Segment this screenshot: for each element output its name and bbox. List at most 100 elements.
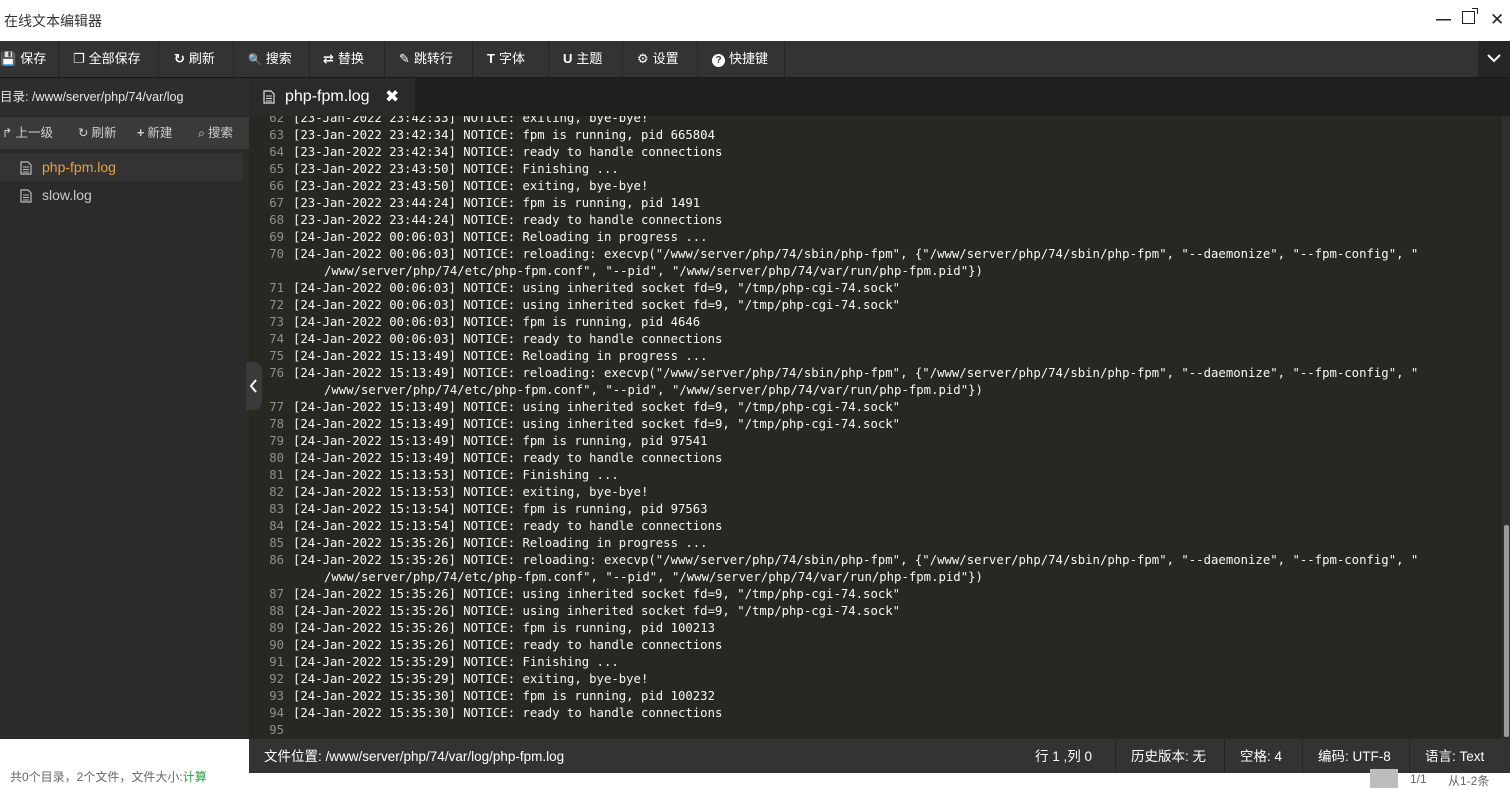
theme-icon: U xyxy=(563,51,573,66)
editor-scrollbar-thumb[interactable] xyxy=(1504,525,1509,737)
line-number: 67 xyxy=(269,196,284,210)
code-line[interactable]: 71 [24-Jan-2022 00:06:03] NOTICE: using i… xyxy=(249,280,1502,297)
code-line[interactable]: 95 xyxy=(249,722,1502,739)
sidebar-toggle-button[interactable] xyxy=(246,362,262,410)
line-number: 85 xyxy=(269,536,284,550)
code-line[interactable]: 80 [24-Jan-2022 15:13:49] NOTICE: ready t… xyxy=(249,450,1502,467)
file-item-slow-log[interactable]: slow.log xyxy=(0,181,243,209)
close-button[interactable]: ✕ xyxy=(1490,11,1504,29)
line-text-segment: [24-Jan-2022 15:35:29] NOTICE: Finishing… xyxy=(293,655,619,669)
code-line[interactable]: 78 [24-Jan-2022 15:13:49] NOTICE: using i… xyxy=(249,416,1502,433)
line-text: [24-Jan-2022 15:13:54] NOTICE: fpm is ru… xyxy=(293,501,1473,518)
font-button[interactable]: T 字体 xyxy=(473,41,549,77)
code-editor[interactable]: 62 [23-Jan-2022 23:42:33] NOTICE: exiting… xyxy=(249,116,1502,739)
code-line[interactable]: 90 [24-Jan-2022 15:35:26] NOTICE: ready t… xyxy=(249,637,1502,654)
code-line[interactable]: 67 [23-Jan-2022 23:44:24] NOTICE: fpm is … xyxy=(249,195,1502,212)
code-line[interactable]: 73 [24-Jan-2022 00:06:03] NOTICE: fpm is … xyxy=(249,314,1502,331)
new-file-button[interactable]: + 新建 xyxy=(137,117,172,149)
code-line[interactable]: 94 [24-Jan-2022 15:35:30] NOTICE: ready t… xyxy=(249,705,1502,722)
save-button[interactable]: 💾 保存 xyxy=(0,41,59,77)
line-text-segment: [24-Jan-2022 15:13:53] NOTICE: Finishing… xyxy=(293,468,619,482)
line-text: [24-Jan-2022 15:35:26] NOTICE: fpm is ru… xyxy=(293,620,1473,637)
page-range: 从1-2条 xyxy=(1448,774,1490,788)
code-line[interactable]: 88 [24-Jan-2022 15:35:26] NOTICE: using i… xyxy=(249,603,1502,620)
sidebar-search-button[interactable]: ⌕ 搜索 xyxy=(198,117,233,149)
code-line[interactable]: 79 [24-Jan-2022 15:13:49] NOTICE: fpm is … xyxy=(249,433,1502,450)
calculate-size-link[interactable]: 计算 xyxy=(183,770,207,784)
code-line[interactable]: 87 [24-Jan-2022 15:35:26] NOTICE: using i… xyxy=(249,586,1502,603)
file-item-php-fpm-log[interactable]: php-fpm.log xyxy=(0,153,243,181)
line-text: [24-Jan-2022 15:35:29] NOTICE: Finishing… xyxy=(293,654,1473,671)
line-number: 82 xyxy=(269,485,284,499)
code-line[interactable]: 62 [23-Jan-2022 23:42:33] NOTICE: exiting… xyxy=(249,116,1502,127)
line-text-segment: [24-Jan-2022 15:13:49] NOTICE: fpm is ru… xyxy=(293,434,708,448)
file-name: slow.log xyxy=(42,187,92,203)
search-icon: ⌕ xyxy=(198,126,206,140)
code-line[interactable]: 68 [23-Jan-2022 23:44:24] NOTICE: ready t… xyxy=(249,212,1502,229)
plus-icon: + xyxy=(137,126,145,140)
font-icon: T xyxy=(487,51,495,66)
line-number: 68 xyxy=(269,213,284,227)
theme-button[interactable]: U 主题 xyxy=(549,41,623,77)
line-text-segment: [24-Jan-2022 15:13:49] NOTICE: using inh… xyxy=(293,400,901,414)
tab-php-fpm-log[interactable]: php-fpm.log ✖ xyxy=(249,78,415,116)
code-line[interactable]: 65 [23-Jan-2022 23:43:50] NOTICE: Finishi… xyxy=(249,161,1502,178)
sidebar-toolbar: ↱ 上一级 ↻ 刷新 + 新建 ⌕ 搜索 xyxy=(0,117,249,149)
line-text: [23-Jan-2022 23:43:50] NOTICE: exiting, … xyxy=(293,178,1473,195)
shortcuts-button[interactable]: ? 快捷键 xyxy=(698,41,785,77)
cursor-position[interactable]: 行 1 ,列 0 xyxy=(1035,739,1092,773)
search-button[interactable]: 🔍 搜索 xyxy=(234,41,310,77)
settings-button[interactable]: ⚙ 设置 xyxy=(623,41,698,77)
code-line[interactable]: 77 [24-Jan-2022 15:13:49] NOTICE: using i… xyxy=(249,399,1502,416)
page-button[interactable] xyxy=(1370,769,1398,788)
maximize-icon xyxy=(1462,8,1478,24)
refresh-button[interactable]: ↻ 刷新 xyxy=(159,41,234,77)
code-line[interactable]: 91 [24-Jan-2022 15:35:29] NOTICE: Finishi… xyxy=(249,654,1502,671)
code-line[interactable]: 72 [24-Jan-2022 00:06:03] NOTICE: using i… xyxy=(249,297,1502,314)
line-text: [24-Jan-2022 15:13:54] NOTICE: ready to … xyxy=(293,518,1473,535)
line-text-segment: [24-Jan-2022 00:06:03] NOTICE: Reloading… xyxy=(293,230,708,244)
code-line[interactable]: 81 [24-Jan-2022 15:13:53] NOTICE: Finishi… xyxy=(249,467,1502,484)
goto-line-button[interactable]: ✎ 跳转行 xyxy=(385,41,473,77)
parent-directory-button[interactable]: ↱ 上一级 xyxy=(2,117,53,149)
current-directory: 目录: /www/server/php/74/var/log xyxy=(0,78,249,117)
code-line[interactable]: 89 [24-Jan-2022 15:35:26] NOTICE: fpm is … xyxy=(249,620,1502,637)
line-text-segment: [24-Jan-2022 00:06:03] NOTICE: fpm is ru… xyxy=(293,315,701,329)
line-text: [24-Jan-2022 00:06:03] NOTICE: ready to … xyxy=(293,331,1473,348)
code-line[interactable]: 93 [24-Jan-2022 15:35:30] NOTICE: fpm is … xyxy=(249,688,1502,705)
code-line[interactable]: 86 [24-Jan-2022 15:35:26] NOTICE: reloadi… xyxy=(249,552,1502,586)
tab-label: php-fpm.log xyxy=(285,88,370,105)
code-line[interactable]: 64 [23-Jan-2022 23:42:34] NOTICE: ready t… xyxy=(249,144,1502,161)
code-line[interactable]: 85 [24-Jan-2022 15:35:26] NOTICE: Reloadi… xyxy=(249,535,1502,552)
code-line[interactable]: 70 [24-Jan-2022 00:06:03] NOTICE: reloadi… xyxy=(249,246,1502,280)
minimize-button[interactable]: — xyxy=(1436,11,1451,29)
history-version[interactable]: 历史版本: 无 xyxy=(1131,739,1206,773)
code-line[interactable]: 84 [24-Jan-2022 15:13:54] NOTICE: ready t… xyxy=(249,518,1502,535)
language-setting[interactable]: 语言: Text xyxy=(1425,739,1484,773)
divider xyxy=(1409,739,1410,773)
code-line[interactable]: 92 [24-Jan-2022 15:35:29] NOTICE: exiting… xyxy=(249,671,1502,688)
pagination: 1/1 从1-2条 xyxy=(1370,769,1510,788)
indent-setting[interactable]: 空格: 4 xyxy=(1240,739,1282,773)
maximize-button[interactable] xyxy=(1462,8,1478,29)
line-text-wrapped: /www/server/php/74/etc/php-fpm.conf", "-… xyxy=(324,264,983,278)
line-number: 90 xyxy=(269,638,284,652)
code-line[interactable]: 74 [24-Jan-2022 00:06:03] NOTICE: ready t… xyxy=(249,331,1502,348)
code-line[interactable]: 83 [24-Jan-2022 15:13:54] NOTICE: fpm is … xyxy=(249,501,1502,518)
line-number: 66 xyxy=(269,179,284,193)
code-line[interactable]: 63 [23-Jan-2022 23:42:34] NOTICE: fpm is … xyxy=(249,127,1502,144)
toolbar-collapse-button[interactable] xyxy=(1478,41,1510,77)
code-line[interactable]: 69 [24-Jan-2022 00:06:03] NOTICE: Reloadi… xyxy=(249,229,1502,246)
sidebar-refresh-button[interactable]: ↻ 刷新 xyxy=(78,117,117,149)
code-line[interactable]: 75 [24-Jan-2022 15:13:49] NOTICE: Reloadi… xyxy=(249,348,1502,365)
replace-button[interactable]: ⇄ 替换 xyxy=(310,41,385,77)
save-all-button[interactable]: ❐ 全部保存 xyxy=(59,41,159,77)
tab-close-icon[interactable]: ✖ xyxy=(385,78,399,116)
code-line[interactable]: 82 [24-Jan-2022 15:13:53] NOTICE: exiting… xyxy=(249,484,1502,501)
code-line[interactable]: 76 [24-Jan-2022 15:13:49] NOTICE: reloadi… xyxy=(249,365,1502,399)
line-text-segment: [24-Jan-2022 00:06:03] NOTICE: using inh… xyxy=(293,298,901,312)
file-list: php-fpm.log slow.log xyxy=(0,149,249,209)
help-icon: ? xyxy=(712,54,725,67)
code-line[interactable]: 66 [23-Jan-2022 23:43:50] NOTICE: exiting… xyxy=(249,178,1502,195)
encoding-setting[interactable]: 编码: UTF-8 xyxy=(1318,739,1391,773)
